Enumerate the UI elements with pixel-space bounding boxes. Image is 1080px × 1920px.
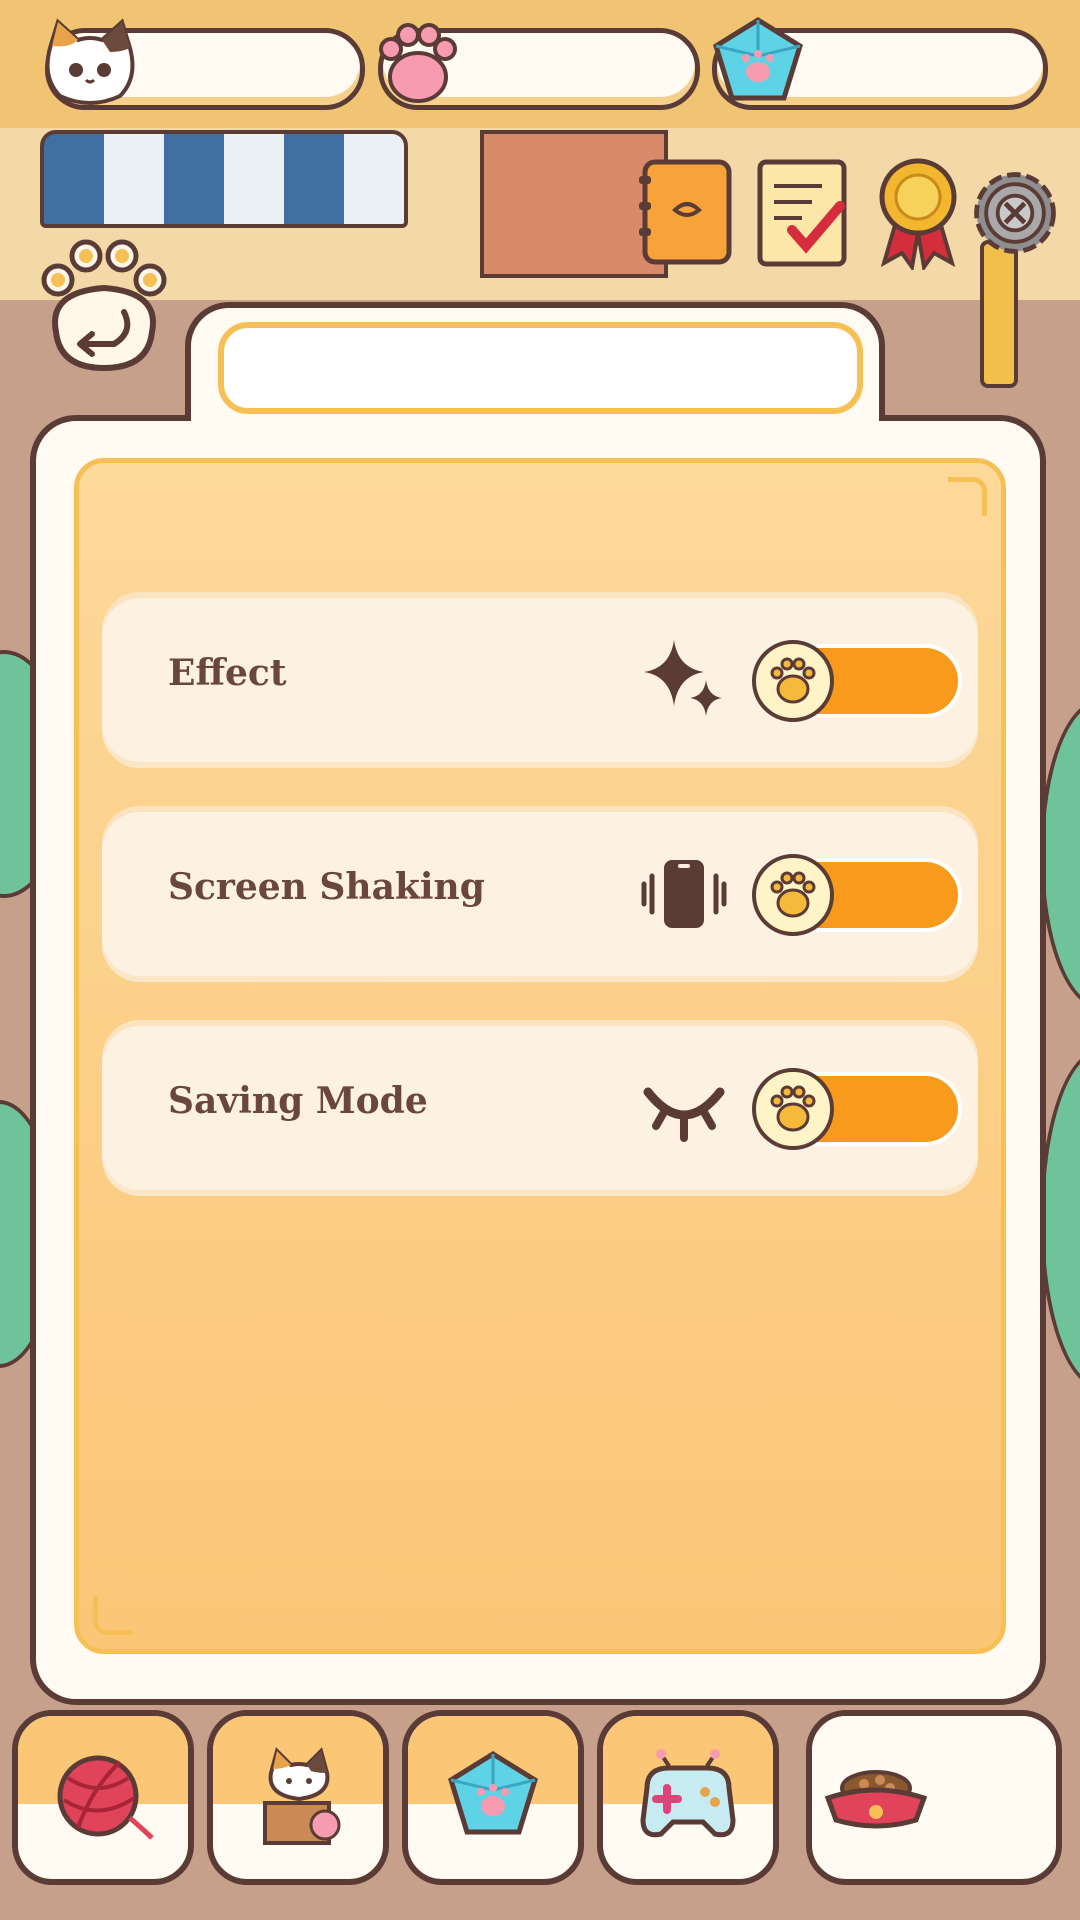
shop-awning [40, 130, 408, 228]
nav-yarn-button[interactable] [12, 1710, 194, 1885]
sparkles-icon [644, 640, 722, 716]
setting-row-screen-shaking: Screen Shaking [102, 806, 978, 982]
setting-row-effect: Effect [102, 592, 978, 768]
paw-gem-icon [708, 14, 808, 114]
nav-cats-button[interactable] [207, 1710, 389, 1885]
nav-food-button[interactable] [806, 1710, 1062, 1885]
settings-gear-icon [974, 171, 1056, 254]
achievements-button[interactable] [868, 155, 968, 270]
setting-label-effect: Effect [168, 652, 287, 694]
calico-cat-icon [40, 14, 140, 114]
paw-gem-icon [448, 1750, 538, 1834]
toggle-knob [752, 640, 834, 722]
notebook-icon [639, 159, 732, 264]
checklist-icon [757, 159, 847, 266]
screen-shaking-toggle[interactable] [752, 854, 962, 936]
paw-print-icon [368, 14, 468, 114]
medal-icon [879, 158, 957, 270]
quest-button[interactable] [752, 155, 852, 270]
cat-in-box-icon [263, 1746, 341, 1845]
food-bowl-icon [824, 1769, 928, 1828]
paw-back-icon [41, 239, 167, 372]
back-button[interactable] [38, 232, 173, 377]
setting-label-screen-shaking: Screen Shaking [168, 866, 485, 908]
yarn-ball-icon [57, 1755, 154, 1840]
currency-bar [0, 0, 1080, 128]
phone-vibrate-icon [641, 860, 727, 928]
setting-label-saving-mode: Saving Mode [168, 1080, 428, 1122]
paw-toggle-icon [770, 1085, 816, 1132]
nav-gem-button[interactable] [402, 1710, 584, 1885]
effect-toggle[interactable] [752, 640, 962, 722]
settings-button[interactable] [965, 155, 1065, 270]
toggle-knob [752, 854, 834, 936]
paw-toggle-icon [770, 871, 816, 918]
setting-row-saving-mode: Saving Mode [102, 1020, 978, 1196]
panel-title-bar [218, 322, 863, 414]
closed-eye-icon [643, 1087, 725, 1142]
toggle-knob [752, 1068, 834, 1150]
notebook-button[interactable] [635, 155, 735, 270]
nav-games-button[interactable] [597, 1710, 779, 1885]
game-controller-icon [640, 1748, 736, 1837]
paw-toggle-icon [770, 657, 816, 704]
saving-mode-toggle[interactable] [752, 1068, 962, 1150]
